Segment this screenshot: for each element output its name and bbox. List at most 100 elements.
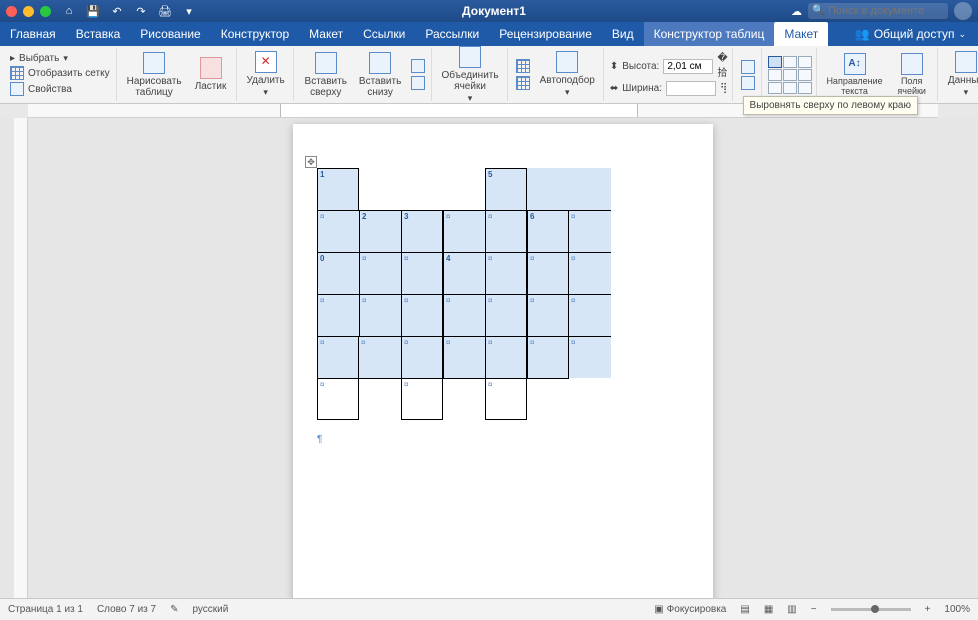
table-cell[interactable]: 6 <box>527 210 569 252</box>
table-cell[interactable]: ¤ <box>485 294 527 336</box>
table-cell[interactable]: ¤ <box>443 294 485 336</box>
language-button[interactable]: русский <box>192 604 228 615</box>
table-cell[interactable] <box>527 378 569 420</box>
zoom-out-button[interactable]: − <box>811 604 817 615</box>
table-cell[interactable]: 2 <box>359 210 401 252</box>
table-cell[interactable]: ¤ <box>359 336 401 378</box>
align-top-center-button[interactable] <box>783 56 797 68</box>
maximize-window-button[interactable] <box>40 6 51 17</box>
view-print-button[interactable]: ▤ <box>740 604 749 615</box>
table-cell[interactable]: ¤ <box>527 252 569 294</box>
align-bot-left-button[interactable] <box>768 82 782 94</box>
tab-references[interactable]: Ссылки <box>353 22 415 46</box>
table-cell[interactable]: 0 <box>317 252 359 294</box>
table-cell[interactable] <box>527 168 569 210</box>
align-bot-center-button[interactable] <box>783 82 797 94</box>
home-icon[interactable]: ⌂ <box>61 3 77 19</box>
save-icon[interactable]: 💾 <box>85 3 101 19</box>
align-mid-left-button[interactable] <box>768 69 782 81</box>
split-cells-button[interactable] <box>514 58 532 74</box>
insert-right-button[interactable] <box>409 75 427 91</box>
word-count[interactable]: Слово 7 из 7 <box>97 604 156 615</box>
tab-table-layout[interactable]: Макет <box>774 22 828 46</box>
delete-button[interactable]: Удалить▾ <box>243 49 289 100</box>
redo-icon[interactable]: ↷ <box>133 3 149 19</box>
insert-below-button[interactable]: Вставить снизу <box>356 50 405 100</box>
zoom-level[interactable]: 100% <box>944 604 970 615</box>
table-cell[interactable]: ¤ <box>569 336 611 378</box>
zoom-in-button[interactable]: + <box>925 604 931 615</box>
align-mid-right-button[interactable] <box>798 69 812 81</box>
tab-insert[interactable]: Вставка <box>66 22 131 46</box>
user-avatar[interactable] <box>954 2 972 20</box>
table-cell[interactable] <box>443 168 485 210</box>
cloud-sync-icon[interactable]: ☁ <box>791 5 802 18</box>
insert-above-button[interactable]: Вставить сверху <box>300 50 352 100</box>
table-cell[interactable]: ¤ <box>569 210 611 252</box>
table-cell[interactable]: 1 <box>317 168 359 210</box>
table-cell[interactable] <box>401 168 443 210</box>
distribute-rows-button[interactable] <box>739 59 757 75</box>
table-cell[interactable] <box>569 378 611 420</box>
crossword-table[interactable]: 15¤23¤¤6¤0¤¤4¤¤¤¤¤¤¤¤¤¤¤¤¤¤¤¤¤¤¤¤ <box>317 168 689 420</box>
table-cell[interactable] <box>359 168 401 210</box>
page-count[interactable]: Страница 1 из 1 <box>8 604 83 615</box>
share-button[interactable]: 👥 Общий доступ ⌄ <box>843 22 978 46</box>
table-cell[interactable]: ¤ <box>485 378 527 420</box>
table-cell[interactable]: ¤ <box>317 210 359 252</box>
view-web-button[interactable]: ▦ <box>764 604 773 615</box>
tab-table-design[interactable]: Конструктор таблиц <box>644 22 775 46</box>
close-window-button[interactable] <box>6 6 17 17</box>
table-cell[interactable]: ¤ <box>485 252 527 294</box>
table-cell[interactable]: ¤ <box>359 252 401 294</box>
view-outline-button[interactable]: ▥ <box>787 604 796 615</box>
tab-home[interactable]: Главная <box>0 22 66 46</box>
table-move-handle[interactable]: ✥ <box>305 156 317 168</box>
undo-icon[interactable]: ↶ <box>109 3 125 19</box>
customize-qat-icon[interactable]: ▾ <box>181 3 197 19</box>
table-cell[interactable]: 3 <box>401 210 443 252</box>
align-top-right-button[interactable] <box>798 56 812 68</box>
draw-table-button[interactable]: Нарисовать таблицу <box>123 50 186 100</box>
table-cell[interactable]: 4 <box>443 252 485 294</box>
table-cell[interactable]: ¤ <box>443 210 485 252</box>
table-cell[interactable]: ¤ <box>443 336 485 378</box>
table-cell[interactable]: 5 <box>485 168 527 210</box>
merge-cells-button[interactable]: Объединить ячейки▾ <box>438 44 503 106</box>
tab-layout[interactable]: Макет <box>299 22 353 46</box>
stepper-icon[interactable]: ⢻ <box>720 83 727 94</box>
insert-left-button[interactable] <box>409 58 427 74</box>
zoom-slider[interactable] <box>831 608 911 611</box>
spellcheck-icon[interactable]: ✎ <box>170 604 178 615</box>
tab-review[interactable]: Рецензирование <box>489 22 602 46</box>
select-button[interactable]: ▸Выбрать▾ <box>8 52 112 65</box>
col-width-input[interactable] <box>666 81 716 96</box>
focus-mode-button[interactable]: ▣Фокусировка <box>654 604 726 615</box>
properties-button[interactable]: Свойства <box>8 81 112 97</box>
table-cell[interactable]: ¤ <box>569 294 611 336</box>
distribute-cols-button[interactable] <box>739 75 757 91</box>
text-direction-button[interactable]: A↕Направление текста <box>823 51 887 99</box>
eraser-button[interactable]: Ластик <box>190 55 232 94</box>
table-cell[interactable]: ¤ <box>401 336 443 378</box>
table-cell[interactable]: ¤ <box>317 336 359 378</box>
show-gridlines-button[interactable]: Отобразить сетку <box>8 65 112 81</box>
tab-mailings[interactable]: Рассылки <box>415 22 489 46</box>
table-cell[interactable] <box>569 168 611 210</box>
print-icon[interactable]: 🖨 <box>157 3 173 19</box>
table-cell[interactable]: ¤ <box>485 336 527 378</box>
table-cell[interactable]: ¤ <box>527 294 569 336</box>
minimize-window-button[interactable] <box>23 6 34 17</box>
table-cell[interactable]: ¤ <box>317 378 359 420</box>
table-cell[interactable]: ¤ <box>401 378 443 420</box>
autofit-button[interactable]: Автоподбор▾ <box>536 49 599 100</box>
table-cell[interactable] <box>359 378 401 420</box>
table-cell[interactable]: ¤ <box>317 294 359 336</box>
table-cell[interactable]: ¤ <box>527 336 569 378</box>
data-button[interactable]: Данные▾ <box>944 49 978 100</box>
stepper-icon[interactable]: �拾 <box>717 53 727 79</box>
table-cell[interactable]: ¤ <box>569 252 611 294</box>
vertical-ruler[interactable] <box>14 118 28 598</box>
cell-margins-button[interactable]: Поля ячейки <box>890 51 932 99</box>
split-table-button[interactable] <box>514 75 532 91</box>
